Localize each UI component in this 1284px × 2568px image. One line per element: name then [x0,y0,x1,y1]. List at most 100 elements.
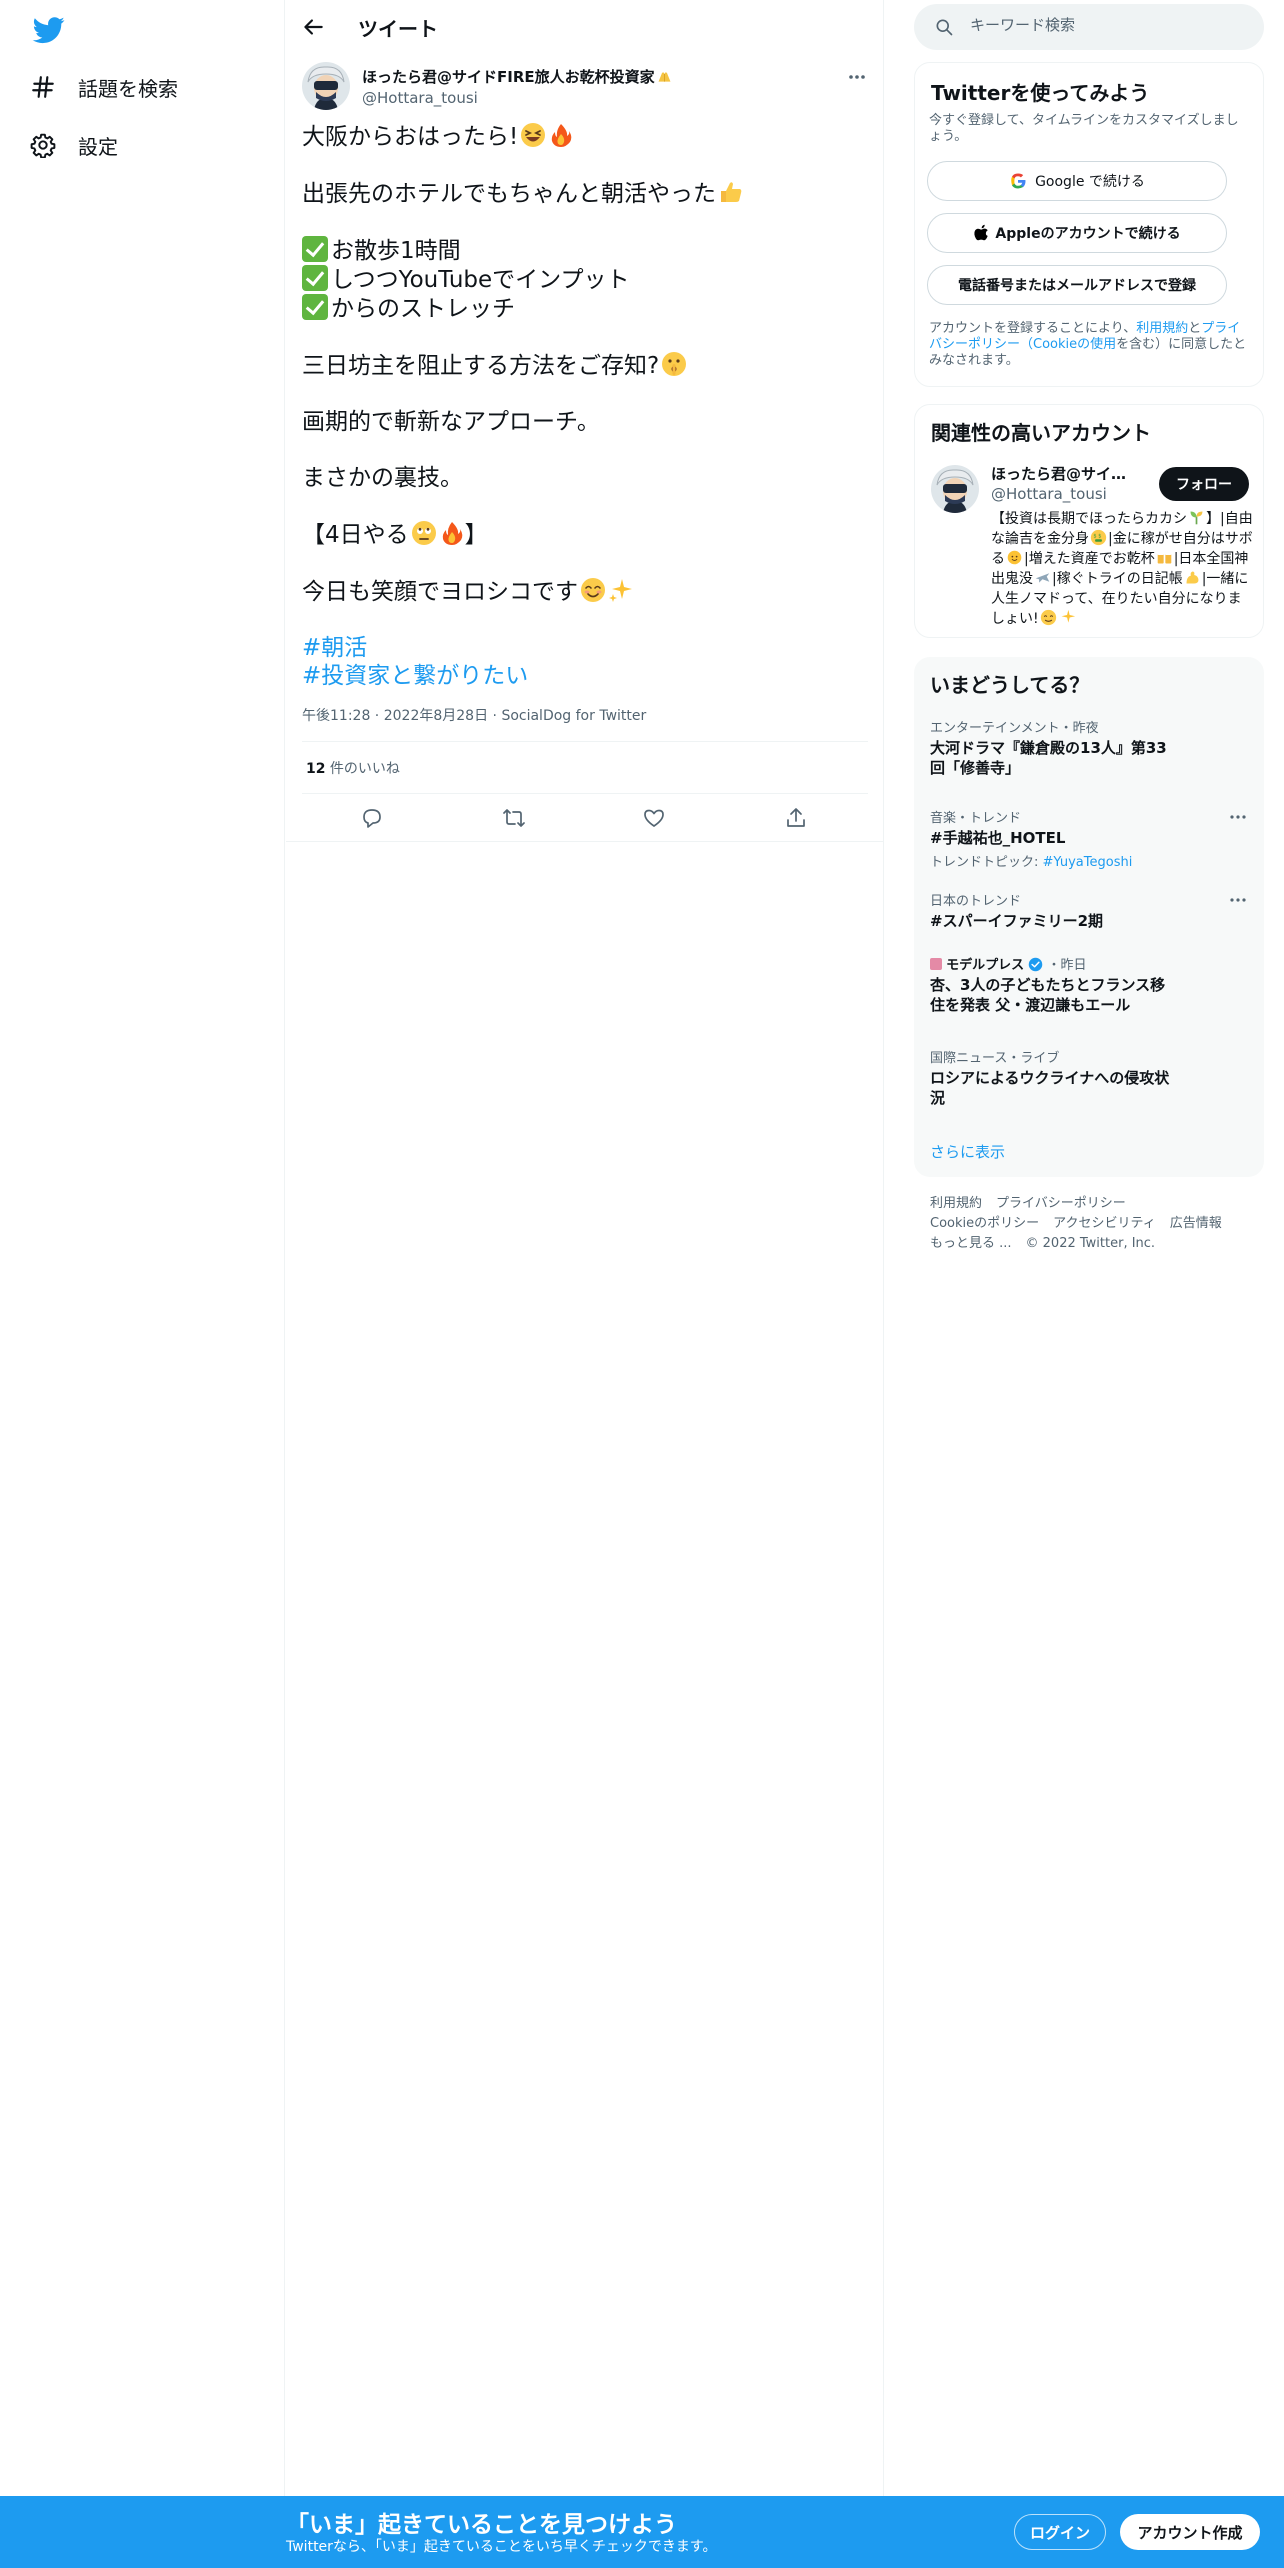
twitter-bird-icon[interactable] [30,14,68,46]
trend-topic-link[interactable]: #YuyaTegoshi [1043,855,1133,870]
sparkles-emoji-icon [1059,609,1076,626]
news-time: ・昨日 [1047,958,1087,973]
hashtag-link[interactable]: #朝活 [302,634,868,662]
tweet-hashtags: #朝活 #投資家と繋がりたい [302,634,868,690]
signup-card-title: Twitterを使ってみよう [931,81,1150,105]
bottom-bar-title: 「いま」起きていることを見つけよう [286,2512,677,2538]
sprout-emoji-icon [1188,509,1205,526]
tweet-line: 画期的で斬新なアプローチ。 [302,409,600,435]
tweet-date[interactable]: 2022年8月28日 [384,708,488,724]
tweet-line: 今日も笑顔でヨロシコです [302,577,868,606]
related-account-name[interactable]: ほったら君@サイドFIRE旅人お乾杯投資家 [991,463,1141,484]
trend-title: #手越祐也_HOTEL [930,829,1066,847]
terms-link[interactable]: 利用規約 [1136,321,1188,336]
trend-meta: モデルプレス ・昨日 [930,954,1248,973]
divider [286,841,884,842]
left-sidebar: 話題を検索 設定 [0,0,285,2568]
footer-links: 利用規約 プライバシーポリシー Cookieのポリシー アクセシビリティ 広告情報 も… [930,1194,1260,1254]
trend-meta: 日本のトレンド [930,894,1022,909]
trend-title: 杏、3人の子どもたちとフランス移住を発表 父・渡辺謙もエール [930,976,1166,1014]
tweet-line: 三日坊主を阻止する方法をご存知? [302,351,868,380]
nav-settings[interactable]: 設定 [30,123,118,167]
like-icon[interactable] [642,806,666,830]
trend-meta: 国際ニュース・ライブ [930,1051,1060,1066]
trend-title: ロシアによるウクライナへの侵攻状況 [930,1069,1170,1107]
apple-icon [974,224,989,241]
trend-title: #スパーイファミリー2期 [930,912,1104,930]
likes-label: 件のいいね [325,761,400,777]
tweet-source[interactable]: SocialDog for Twitter [501,708,646,724]
check-mark-icon [302,236,328,262]
fire-emoji-icon [548,122,574,148]
signup-legal-text: アカウントを登録することにより、利用規約とプライバシーポリシー（Cookieの使… [929,321,1247,368]
signup-card-description: 今すぐ登録して、タイムラインをカスタマイズしましょう。 [929,113,1239,144]
more-options-icon[interactable] [1228,894,1248,906]
trend-item[interactable]: 日本のトレンド #スパーイファミリー2期 [930,890,1248,931]
trends-card: いまどうしてる？ エンターテインメント・昨夜 大河ドラマ『鎌倉殿の13人』第33… [914,657,1264,1177]
page-title: ツイート [358,17,438,41]
money-mouth-emoji-icon: $ $ [1090,529,1107,546]
main-column: ツイート ほったら君@サイドFIRE旅人お乾杯投資家 @Hottara_tous… [286,0,884,2568]
search-bar[interactable] [914,4,1264,50]
divider [302,741,868,742]
sparkles-emoji-icon [608,577,634,603]
footer-link[interactable]: 利用規約 [930,1196,982,1211]
tweet-checklist: お散歩1時間 しつつYouTubeでインプット からのストレッチ [302,236,868,323]
trend-item[interactable]: エンターテインメント・昨夜 大河ドラマ『鎌倉殿の13人』第33回「修善寺」 [930,717,1248,778]
gear-icon [30,133,56,158]
share-icon[interactable] [784,806,808,830]
related-account-handle[interactable]: @Hottara_tousi [991,485,1107,503]
follow-button[interactable]: フォロー [1159,467,1249,501]
retweet-icon[interactable] [502,806,526,830]
copyright: © 2022 Twitter, Inc. [1025,1236,1156,1251]
smiling-face-emoji-icon [1040,609,1057,626]
footer-link[interactable]: もっと見る ... [930,1236,1012,1251]
bottom-signup-bar: 「いま」起きていることを見つけよう Twitterなら、「いま」起きていることを… [0,2496,1284,2568]
nav-settings-label: 設定 [78,134,118,159]
thumbs-up-emoji-icon [718,179,744,205]
trend-item[interactable]: 音楽・トレンド #手越祐也_HOTEL トレンドトピック: #YuyaTegos… [930,807,1248,870]
footer-link[interactable]: 広告情報 [1170,1216,1222,1231]
arrow-left-icon[interactable] [300,14,326,40]
grinning-squint-emoji-icon [520,122,546,148]
footer-link[interactable]: Cookieのポリシー [930,1216,1039,1231]
google-signup-button[interactable]: Google で続ける [927,161,1227,201]
tweet-time[interactable]: 午後11:28 [302,708,370,724]
signup-card: Twitterを使ってみよう 今すぐ登録して、タイムラインをカスタマイズしましょ… [914,62,1264,387]
show-more-link[interactable]: さらに表示 [930,1141,1005,1162]
trend-item[interactable]: モデルプレス ・昨日 杏、3人の子どもたちとフランス移住を発表 父・渡辺謙もエー… [930,954,1248,1015]
more-options-icon[interactable] [1228,811,1248,823]
likes-count[interactable]: 12 件のいいね [306,758,400,778]
tweet-line: 出張先のホテルでもちゃんと朝活やった [302,179,868,208]
reply-icon[interactable] [360,806,384,830]
trend-meta: 音楽・トレンド [930,811,1022,826]
check-mark-icon [302,294,328,320]
login-button[interactable]: ログイン [1014,2514,1106,2550]
nav-explore[interactable]: 話題を検索 [30,65,178,109]
more-options-icon[interactable] [846,68,868,86]
trend-item[interactable]: 国際ニュース・ライブ ロシアによるウクライナへの侵攻状況 [930,1047,1248,1108]
google-icon [1011,173,1026,189]
author-name[interactable]: ほったら君@サイドFIRE旅人お乾杯投資家 [362,66,674,87]
author-handle[interactable]: @Hottara_tousi [362,89,478,107]
cookie-link[interactable]: Cookieの使用 [1033,337,1116,352]
related-accounts-card: 関連性の高いアカウント ほったら君@サイドFIRE旅人お乾杯投資家 @Hotta… [914,404,1264,638]
avatar[interactable] [931,465,979,513]
related-card-title: 関連性の高いアカウント [931,421,1151,445]
hashtag-link[interactable]: #投資家と繋がりたい [302,662,868,690]
apple-signup-button[interactable]: Appleのアカウントで続ける [927,213,1227,253]
svg-text:$ $: $ $ [1093,534,1101,540]
footer-link[interactable]: プライバシーポリシー [996,1196,1126,1211]
airplane-emoji-icon [1034,569,1051,586]
smiling-face-emoji-icon [580,577,606,603]
phone-email-signup-button[interactable]: 電話番号またはメールアドレスで登録 [927,265,1227,305]
avatar[interactable] [302,62,350,110]
divider [302,793,868,794]
beer-mugs-emoji-icon [1156,549,1173,566]
nav-explore-label: 話題を検索 [78,76,178,101]
check-mark-icon [302,265,328,291]
footer-link[interactable]: アクセシビリティ [1053,1216,1156,1231]
signup-button[interactable]: アカウント作成 [1120,2514,1260,2550]
face-with-rolling-eyes-emoji-icon [411,520,437,546]
search-input[interactable] [970,16,1250,34]
